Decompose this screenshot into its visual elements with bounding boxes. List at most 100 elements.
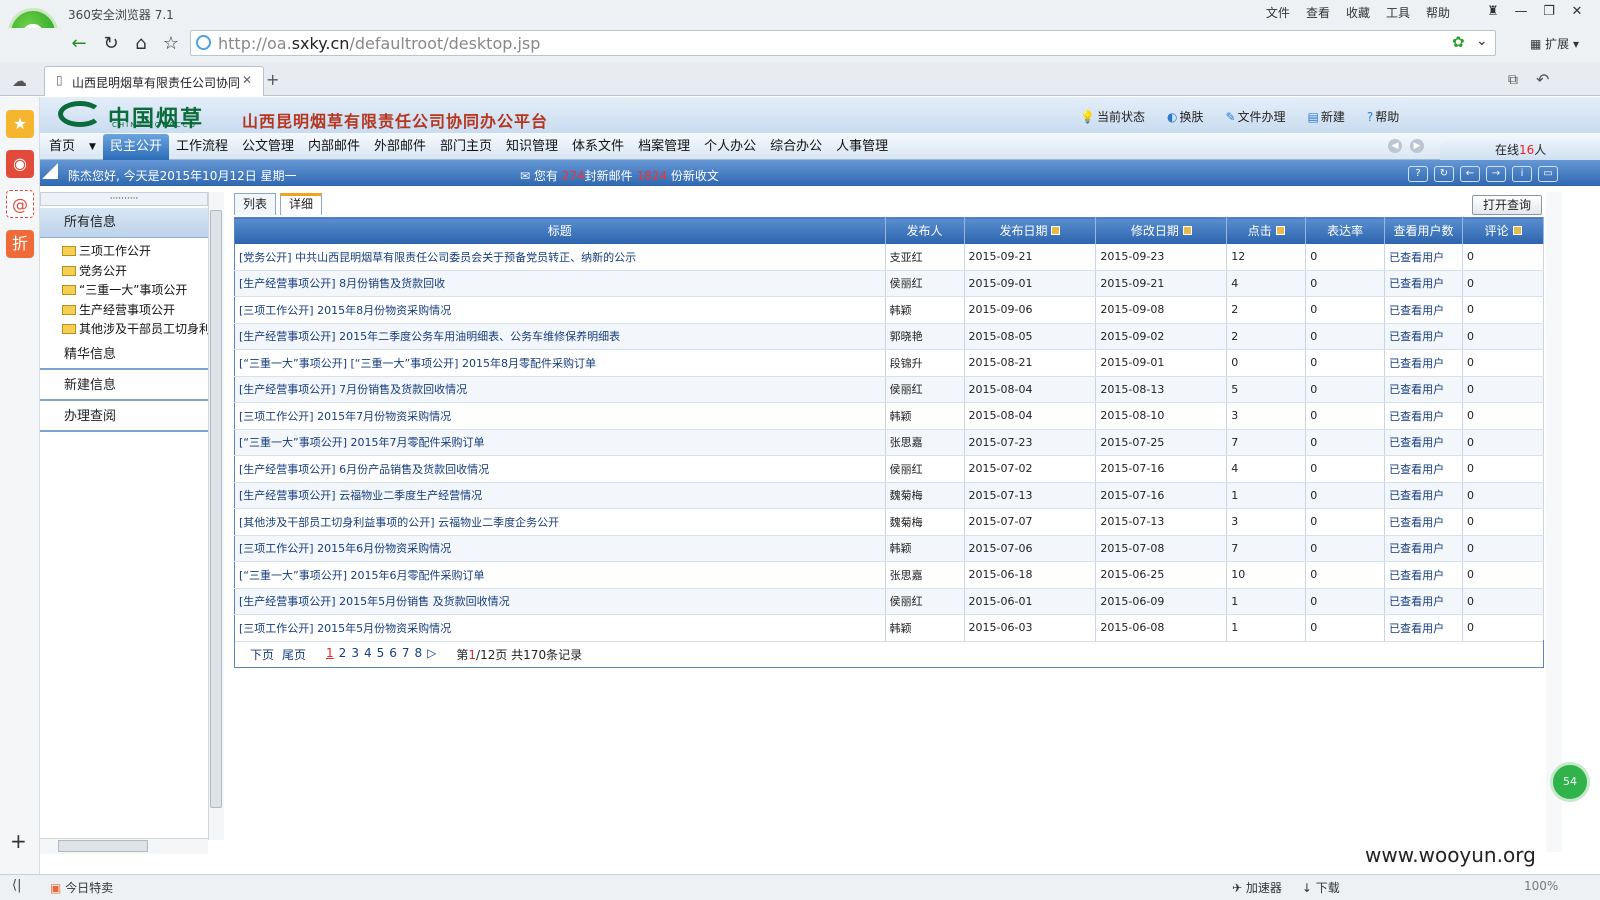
discount-icon[interactable]: 折: [6, 230, 34, 258]
address-text[interactable]: http://oa.sxky.cn/defaultroot/desktop.js…: [218, 34, 540, 53]
nav-archives[interactable]: 档案管理: [631, 134, 697, 160]
cell-title[interactable]: [生产经营事项公开] 2015年5月份销售 及货款回收情况: [234, 588, 886, 615]
add-sidebar-icon[interactable]: +: [10, 829, 27, 853]
chevron-down-icon[interactable]: ⌄: [1476, 33, 1488, 49]
sort-icon[interactable]: [1182, 226, 1192, 236]
cell-viewers[interactable]: 已查看用户: [1384, 429, 1464, 456]
col-rate[interactable]: 表达率: [1305, 217, 1386, 244]
star-icon[interactable]: ☆: [160, 33, 182, 55]
menu-item-help[interactable]: 帮助: [1426, 4, 1450, 21]
open-query-button[interactable]: 打开查询: [1472, 195, 1542, 215]
cell-viewers[interactable]: 已查看用户: [1384, 561, 1464, 589]
online-users[interactable]: 在线16人: [1440, 140, 1600, 160]
sort-icon[interactable]: [1512, 226, 1522, 236]
table-row[interactable]: [生产经营事项公开] 6月份产品销售及货款回收情况 侯丽红 2015-07-02 20…: [234, 455, 1544, 483]
cell-viewers[interactable]: 已查看用户: [1384, 588, 1464, 615]
cell-viewers[interactable]: 已查看用户: [1384, 482, 1464, 509]
tree-processing[interactable]: 办理查阅: [40, 401, 208, 432]
table-row[interactable]: [生产经营事项公开] 2015年二季度公务车用油明细表、公务车维修保养明细表 郭晓…: [234, 323, 1544, 350]
tab-detail[interactable]: 详细: [280, 193, 323, 215]
table-row[interactable]: [三项工作公开] 2015年7月份物资采购情况 韩颖 2015-08-04 2015-…: [234, 402, 1544, 430]
weibo-icon[interactable]: ◉: [6, 150, 34, 178]
cell-viewers[interactable]: 已查看用户: [1384, 296, 1464, 324]
table-row[interactable]: [“三重一大”事项公开] 2015年6月零配件采购订单 张思嘉 2015-06-18…: [234, 561, 1544, 589]
page-link[interactable]: 6: [389, 646, 397, 663]
main-scrollbar[interactable]: [1546, 192, 1562, 852]
question-icon[interactable]: ?: [1408, 166, 1428, 182]
col-clicks[interactable]: 点击: [1226, 217, 1307, 244]
tree-folder-party[interactable]: 党务公开: [62, 262, 210, 279]
nav-democratic-disclosure[interactable]: 民主公开: [102, 134, 169, 160]
cell-viewers[interactable]: 已查看用户: [1384, 508, 1464, 536]
cell-title[interactable]: [生产经营事项公开] 6月份产品销售及货款回收情况: [234, 455, 886, 483]
cell-viewers[interactable]: 已查看用户: [1384, 323, 1464, 350]
tree-hscroll-thumb[interactable]: [58, 840, 148, 852]
menu-item-favorites[interactable]: 收藏: [1346, 4, 1370, 21]
tree-folder-three-major[interactable]: “三重一大”事项公开: [62, 281, 210, 298]
table-row[interactable]: [生产经营事项公开] 8月份销售及货款回收 侯丽红 2015-09-01 2015-0…: [234, 270, 1544, 297]
nav-system-files[interactable]: 体系文件: [565, 134, 631, 160]
cell-title[interactable]: [生产经营事项公开] 云福物业二季度生产经营情况: [234, 482, 886, 509]
cell-viewers[interactable]: 已查看用户: [1384, 270, 1464, 297]
accelerator-button[interactable]: ✈ 加速器: [1232, 879, 1282, 896]
cell-title[interactable]: [生产经营事项公开] 2015年二季度公务车用油明细表、公务车维修保养明细表: [234, 323, 886, 350]
browser-tab-title[interactable]: 山西昆明烟草有限责任公司协同: [72, 74, 242, 91]
mail-info[interactable]: ✉ 您有 274封新邮件 1824 份新收文: [520, 167, 719, 184]
cell-title[interactable]: [党务公开] 中共山西昆明烟草有限责任公司委员会关于预备党员转正、纳新的公示: [234, 243, 886, 271]
nav-internal-mail[interactable]: 内部邮件: [301, 134, 367, 160]
tab-list[interactable]: 列表: [234, 193, 277, 215]
cell-title[interactable]: [“三重一大”事项公开] 2015年7月零配件采购订单: [234, 429, 886, 456]
table-row[interactable]: [生产经营事项公开] 7月份销售及货款回收情况 侯丽红 2015-08-04 2015…: [234, 376, 1544, 403]
page-link[interactable]: 5: [377, 646, 385, 663]
back-icon[interactable]: ←: [68, 33, 90, 55]
table-row[interactable]: [“三重一大”事项公开] [“三重一大”事项公开] 2015年8月零配件采购订单…: [234, 349, 1544, 377]
cell-title[interactable]: [三项工作公开] 2015年6月份物资采购情况: [234, 535, 886, 562]
col-title[interactable]: 标题: [234, 217, 886, 244]
daily-deals-link[interactable]: ▣ 今日特卖: [50, 879, 113, 896]
forward-arrow-icon[interactable]: →: [1486, 166, 1506, 182]
cell-title[interactable]: [生产经营事项公开] 7月份销售及货款回收情况: [234, 376, 886, 403]
minimize-icon[interactable]: —: [1510, 2, 1532, 22]
cell-viewers[interactable]: 已查看用户: [1384, 243, 1464, 271]
tree-all-info[interactable]: 所有信息: [40, 208, 208, 238]
cell-viewers[interactable]: 已查看用户: [1384, 349, 1464, 377]
table-row[interactable]: [三项工作公开] 2015年5月份物资采购情况 韩颖 2015-06-03 2015-…: [234, 614, 1544, 642]
col-comments[interactable]: 评论: [1462, 217, 1544, 244]
nav-document-management[interactable]: 公文管理: [235, 134, 301, 160]
download-button[interactable]: ↓ 下载: [1302, 879, 1340, 896]
cell-title[interactable]: [三项工作公开] 2015年7月份物资采购情况: [234, 402, 886, 430]
table-row[interactable]: [“三重一大”事项公开] 2015年7月零配件采购订单 张思嘉 2015-07-23…: [234, 429, 1544, 456]
tree-featured-info[interactable]: 精华信息: [40, 339, 208, 370]
cell-title[interactable]: [三项工作公开] 2015年5月份物资采购情况: [234, 614, 886, 642]
home-icon[interactable]: ⌂: [130, 33, 152, 55]
col-publisher[interactable]: 发布人: [885, 217, 965, 244]
cell-viewers[interactable]: 已查看用户: [1384, 455, 1464, 483]
cell-title[interactable]: [“三重一大”事项公开] 2015年6月零配件采购订单: [234, 561, 886, 589]
nav-department-home[interactable]: 部门主页: [433, 134, 499, 160]
tree-folder-production[interactable]: 生产经营事项公开: [62, 301, 210, 318]
current-status-link[interactable]: 💡 当前状态: [1080, 108, 1145, 125]
table-row[interactable]: [三项工作公开] 2015年8月份物资采购情况 韩颖 2015-09-06 2015-…: [234, 296, 1544, 324]
col-modify-date[interactable]: 修改日期: [1095, 217, 1228, 244]
nav-external-mail[interactable]: 外部邮件: [367, 134, 433, 160]
page-link[interactable]: 3: [351, 646, 359, 663]
more-pages-icon[interactable]: ▷: [427, 646, 436, 663]
nav-home[interactable]: 首页: [42, 134, 82, 160]
col-publish-date[interactable]: 发布日期: [964, 217, 1097, 244]
last-page-link[interactable]: 尾页: [282, 646, 306, 663]
page-link[interactable]: 1: [326, 646, 334, 663]
nav-workflow[interactable]: 工作流程: [169, 134, 235, 160]
cell-title[interactable]: [三项工作公开] 2015年8月份物资采购情况: [234, 296, 886, 324]
leaf-icon[interactable]: ✿: [1452, 33, 1465, 51]
cell-viewers[interactable]: 已查看用户: [1384, 402, 1464, 430]
table-row[interactable]: [生产经营事项公开] 2015年5月份销售 及货款回收情况 侯丽红 2015-06-…: [234, 588, 1544, 615]
tree-folder-other[interactable]: 其他涉及干部员工切身利益: [62, 320, 210, 337]
floating-badge[interactable]: 54: [1550, 762, 1590, 802]
file-processing-link[interactable]: ✎ 文件办理: [1225, 108, 1285, 125]
new-link[interactable]: ▤ 新建: [1308, 108, 1345, 125]
sort-icon[interactable]: [1051, 226, 1061, 236]
change-skin-link[interactable]: ◐ 换肤: [1167, 108, 1204, 125]
refresh-icon[interactable]: ↻: [1434, 166, 1454, 182]
nav-personal-office[interactable]: 个人办公: [697, 134, 763, 160]
table-row[interactable]: [党务公开] 中共山西昆明烟草有限责任公司委员会关于预备党员转正、纳新的公示 支亚…: [234, 243, 1544, 271]
